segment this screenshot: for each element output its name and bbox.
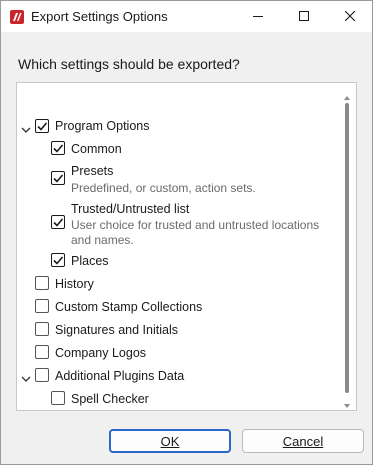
dialog-body: Which settings should be exported? Progr… bbox=[1, 32, 372, 464]
tree-item-label[interactable]: Places bbox=[71, 254, 109, 268]
checkbox-presets[interactable] bbox=[51, 171, 65, 185]
tree-item-label[interactable]: Custom Stamp Collections bbox=[55, 300, 202, 314]
checkmark-icon bbox=[53, 174, 64, 183]
export-settings-dialog: Export Settings Options Which settings s… bbox=[0, 0, 373, 465]
checkmark-icon bbox=[53, 218, 64, 227]
prompt-label: Which settings should be exported? bbox=[18, 56, 240, 72]
ok-button[interactable]: OK bbox=[109, 429, 231, 453]
minimize-button[interactable] bbox=[235, 1, 281, 32]
tree-item-label[interactable]: Common bbox=[71, 142, 122, 156]
maximize-button[interactable] bbox=[281, 1, 327, 32]
checkbox-additional-plugins-data[interactable] bbox=[35, 368, 49, 382]
checkbox-signatures-initials[interactable] bbox=[35, 322, 49, 336]
checkbox-spell-checker[interactable] bbox=[51, 391, 65, 405]
cancel-button[interactable]: Cancel bbox=[242, 429, 364, 453]
checkbox-common[interactable] bbox=[51, 141, 65, 155]
tree-item-label[interactable]: Additional Plugins Data bbox=[55, 369, 184, 383]
minimize-icon bbox=[253, 8, 263, 26]
checkmark-icon bbox=[53, 144, 64, 153]
ok-button-label: OK bbox=[160, 433, 180, 449]
checkmark-icon bbox=[53, 256, 64, 265]
tree-item-description: Predefined, or custom, action sets. bbox=[71, 181, 256, 195]
checkbox-trusted-untrusted[interactable] bbox=[51, 215, 65, 229]
title-bar: Export Settings Options bbox=[1, 1, 372, 32]
chevron-down-icon[interactable] bbox=[21, 122, 31, 133]
checkmark-icon bbox=[37, 122, 48, 131]
tree-item-label[interactable]: Company Logos bbox=[55, 346, 146, 360]
scrollbar-thumb[interactable] bbox=[345, 103, 349, 393]
maximize-icon bbox=[299, 8, 309, 26]
cancel-button-label: Cancel bbox=[282, 433, 324, 449]
tree-item-label[interactable]: Spell Checker bbox=[71, 392, 149, 406]
checkbox-places[interactable] bbox=[51, 253, 65, 267]
tree-item-description: User choice for trusted and untrusted lo… bbox=[71, 218, 320, 232]
close-icon bbox=[344, 8, 356, 26]
tree-item-label[interactable]: History bbox=[55, 277, 94, 291]
tree-item-description: and names. bbox=[71, 233, 134, 247]
chevron-down-icon[interactable] bbox=[21, 371, 31, 382]
settings-tree[interactable]: Program Options Common Presets Predefine… bbox=[16, 82, 357, 411]
scroll-up-icon[interactable] bbox=[343, 89, 351, 100]
window-title: Export Settings Options bbox=[31, 9, 168, 24]
tree-item-label[interactable]: Program Options bbox=[55, 119, 149, 133]
close-button[interactable] bbox=[327, 1, 373, 32]
tree-item-label[interactable]: Signatures and Initials bbox=[55, 323, 178, 337]
checkbox-custom-stamp-collections[interactable] bbox=[35, 299, 49, 313]
tree-item-label[interactable]: Trusted/Untrusted list bbox=[71, 202, 189, 216]
checkbox-company-logos[interactable] bbox=[35, 345, 49, 359]
checkbox-program-options[interactable] bbox=[35, 119, 49, 133]
checkbox-history[interactable] bbox=[35, 276, 49, 290]
tree-item-label[interactable]: Presets bbox=[71, 164, 113, 178]
app-logo-icon bbox=[10, 10, 24, 24]
scroll-down-icon[interactable] bbox=[343, 397, 351, 408]
vertical-scrollbar[interactable] bbox=[343, 89, 351, 408]
